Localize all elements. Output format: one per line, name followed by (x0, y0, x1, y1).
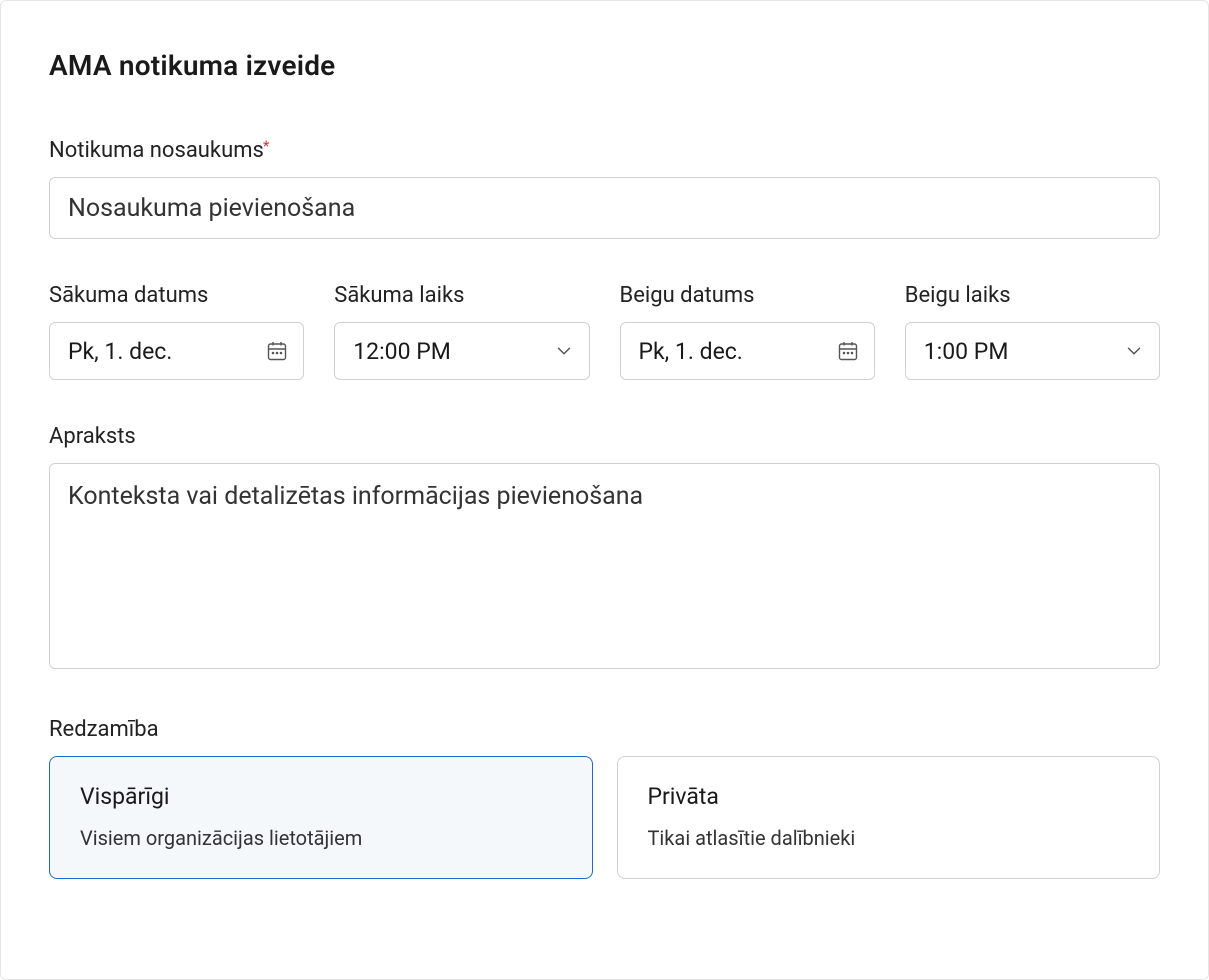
start-date-picker[interactable]: Pk, 1. dec. (49, 322, 304, 380)
start-time-col: Sākuma laiks 12:00 PM (334, 283, 589, 380)
visibility-label: Redzamība (49, 717, 1160, 742)
end-date-picker[interactable]: Pk, 1. dec. (620, 322, 875, 380)
calendar-icon (836, 339, 860, 363)
required-star-icon: * (263, 137, 269, 155)
description-section: Apraksts (49, 424, 1160, 673)
event-name-section: Notikuma nosaukums* (49, 138, 1160, 239)
visibility-option-desc: Tikai atlasītie dalībnieki (648, 826, 1130, 850)
start-time-label: Sākuma laiks (334, 283, 589, 308)
end-date-label: Beigu datums (620, 283, 875, 308)
visibility-option-desc: Visiem organizācijas lietotājiem (80, 826, 562, 850)
end-time-value: 1:00 PM (924, 338, 1009, 365)
description-textarea[interactable] (49, 463, 1160, 669)
start-date-label: Sākuma datums (49, 283, 304, 308)
visibility-option-private[interactable]: Privāta Tikai atlasītie dalībnieki (617, 756, 1161, 879)
end-time-label: Beigu laiks (905, 283, 1160, 308)
end-date-col: Beigu datums Pk, 1. dec. (620, 283, 875, 380)
create-ama-event-dialog: AMA notikuma izveide Notikuma nosaukums*… (0, 0, 1209, 980)
start-date-col: Sākuma datums Pk, 1. dec. (49, 283, 304, 380)
end-time-col: Beigu laiks 1:00 PM (905, 283, 1160, 380)
end-time-picker[interactable]: 1:00 PM (905, 322, 1160, 380)
visibility-option-title: Privāta (648, 783, 1130, 810)
visibility-options: Vispārīgi Visiem organizācijas lietotāji… (49, 756, 1160, 879)
description-label: Apraksts (49, 424, 1160, 449)
event-name-label-text: Notikuma nosaukums (49, 138, 264, 163)
visibility-option-public[interactable]: Vispārīgi Visiem organizācijas lietotāji… (49, 756, 593, 879)
chevron-down-icon (553, 340, 575, 362)
start-date-value: Pk, 1. dec. (68, 338, 172, 365)
event-name-input[interactable] (49, 177, 1160, 239)
page-title: AMA notikuma izveide (49, 49, 1160, 82)
calendar-icon (265, 339, 289, 363)
chevron-down-icon (1123, 340, 1145, 362)
start-time-value: 12:00 PM (353, 338, 451, 365)
visibility-option-title: Vispārīgi (80, 783, 562, 810)
event-name-label: Notikuma nosaukums* (49, 138, 270, 163)
visibility-section: Redzamība Vispārīgi Visiem organizācijas… (49, 717, 1160, 879)
end-date-value: Pk, 1. dec. (639, 338, 743, 365)
datetime-row: Sākuma datums Pk, 1. dec. Sāku (49, 283, 1160, 380)
start-time-picker[interactable]: 12:00 PM (334, 322, 589, 380)
